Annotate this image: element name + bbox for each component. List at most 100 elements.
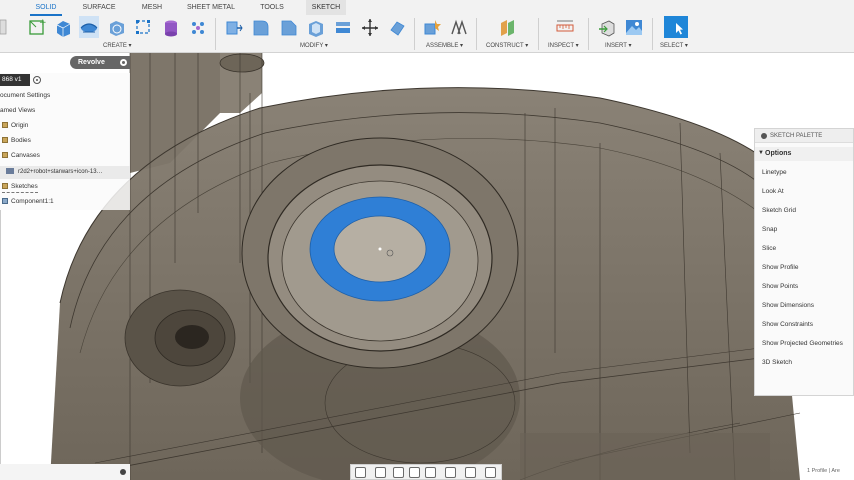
- browser-item-label: r2d2+robot+starwars+icon-13…: [18, 169, 103, 175]
- tab-tools[interactable]: TOOLS: [254, 0, 290, 15]
- display-settings-icon[interactable]: [445, 467, 456, 478]
- zoom-icon[interactable]: [409, 467, 420, 478]
- split-body-icon[interactable]: [333, 16, 353, 38]
- tab-solid[interactable]: SOLID: [30, 0, 62, 16]
- sweep-icon[interactable]: [107, 16, 127, 38]
- workspace-tabs: SOLID SURFACE MESH SHEET METAL TOOLS SKE…: [0, 0, 854, 16]
- svg-text:+: +: [39, 18, 47, 28]
- sketch-palette: SKETCH PALETTE ▼ Options Linetype Look A…: [754, 128, 854, 396]
- insert-canvas-icon[interactable]: [624, 16, 644, 38]
- palette-option-3d-sketch[interactable]: 3D Sketch: [762, 358, 792, 368]
- palette-option-look-at[interactable]: Look At: [762, 187, 784, 197]
- grid-snaps-icon[interactable]: [465, 467, 476, 478]
- folder-icon: [2, 183, 8, 189]
- offset-plane-icon[interactable]: [498, 16, 518, 38]
- construct-menu[interactable]: CONSTRUCT ▾: [486, 42, 528, 49]
- browser-item-sketches[interactable]: Sketches: [2, 181, 38, 193]
- comments-bar[interactable]: [0, 464, 130, 480]
- cylinder-icon[interactable]: [161, 16, 181, 38]
- pan-icon[interactable]: [393, 467, 404, 478]
- create-menu[interactable]: CREATE ▾: [103, 42, 132, 49]
- tab-sketch[interactable]: SKETCH: [306, 0, 346, 15]
- insert-derive-icon[interactable]: [597, 16, 617, 38]
- revolve-icon[interactable]: [79, 16, 99, 38]
- center-point[interactable]: [378, 247, 382, 251]
- palette-option-sketch-grid[interactable]: Sketch Grid: [762, 206, 796, 216]
- palette-option-slice[interactable]: Slice: [762, 244, 776, 254]
- select-icon[interactable]: [664, 16, 688, 38]
- options-section-header[interactable]: ▼ Options: [755, 147, 853, 161]
- left-edge-line: [0, 210, 1, 470]
- palette-title: SKETCH PALETTE: [770, 133, 823, 139]
- palette-option-snap[interactable]: Snap: [762, 225, 777, 235]
- joint-icon[interactable]: [449, 16, 469, 38]
- component-icon: [2, 198, 8, 204]
- navigation-bar: [350, 464, 502, 480]
- data-panel-icon[interactable]: [0, 16, 8, 38]
- browser-item-canvases[interactable]: Canvases: [2, 150, 40, 162]
- command-options-icon[interactable]: [120, 59, 127, 66]
- rectangle-pattern-icon[interactable]: [134, 16, 154, 38]
- browser-item-label: Canvases: [11, 152, 40, 159]
- browser-item-label: Sketches: [11, 183, 38, 190]
- folder-icon: [2, 122, 8, 128]
- toolbar-divider: [215, 18, 216, 50]
- fillet-icon[interactable]: [251, 16, 271, 38]
- orbit-icon[interactable]: [355, 467, 366, 478]
- palette-option-show-constraints[interactable]: Show Constraints: [762, 320, 813, 330]
- browser-item-label: Component1:1: [11, 198, 54, 205]
- extrude-icon[interactable]: [53, 16, 73, 38]
- active-command-bar[interactable]: Revolve: [70, 56, 130, 69]
- browser-item-label: ocument Settings: [0, 92, 51, 99]
- selection-status: 1 Profile | Are: [807, 468, 840, 474]
- palette-option-show-points[interactable]: Show Points: [762, 282, 798, 292]
- command-label: Revolve: [78, 59, 105, 66]
- toolbar-divider: [588, 18, 589, 50]
- folder-icon: [2, 152, 8, 158]
- browser-item-label: amed Views: [0, 107, 36, 114]
- palette-option-linetype[interactable]: Linetype: [762, 168, 787, 178]
- main-toolbar: SOLID SURFACE MESH SHEET METAL TOOLS SKE…: [0, 0, 854, 53]
- caret-down-icon[interactable]: ▼: [758, 150, 764, 156]
- chamfer-icon[interactable]: [279, 16, 299, 38]
- toolbar-divider: [476, 18, 477, 50]
- new-sketch-icon[interactable]: +: [27, 16, 47, 38]
- press-pull-icon[interactable]: [224, 16, 244, 38]
- pin-icon[interactable]: [761, 133, 767, 139]
- browser-item-document-settings[interactable]: ocument Settings: [0, 90, 50, 102]
- palette-option-show-dimensions[interactable]: Show Dimensions: [762, 301, 814, 311]
- browser-item-bodies[interactable]: Bodies: [2, 135, 31, 147]
- pattern-dots-icon[interactable]: [188, 16, 208, 38]
- fit-icon[interactable]: [425, 467, 436, 478]
- inspect-menu[interactable]: INSPECT ▾: [548, 42, 579, 49]
- align-icon[interactable]: [387, 16, 407, 38]
- assemble-menu[interactable]: ASSEMBLE ▾: [426, 42, 463, 49]
- record-icon[interactable]: [33, 76, 41, 84]
- model-boss: [219, 53, 265, 73]
- palette-option-show-projected-geometries[interactable]: Show Projected Geometries: [762, 339, 843, 349]
- look-at-icon[interactable]: [375, 467, 386, 478]
- new-component-icon[interactable]: [422, 16, 442, 38]
- browser-item-component[interactable]: Component1:1: [2, 196, 54, 208]
- toolbar-divider: [414, 18, 415, 50]
- shell-icon[interactable]: [306, 16, 326, 38]
- browser-item-origin[interactable]: Origin: [2, 120, 28, 132]
- tab-sheet-metal[interactable]: SHEET METAL: [182, 0, 240, 15]
- tab-mesh[interactable]: MESH: [136, 0, 168, 15]
- browser-item-label: Bodies: [11, 137, 31, 144]
- tab-surface[interactable]: SURFACE: [78, 0, 120, 15]
- insert-menu[interactable]: INSERT ▾: [605, 42, 631, 49]
- browser-item-named-views[interactable]: amed Views: [0, 105, 35, 117]
- document-title[interactable]: 868 v1: [0, 74, 30, 86]
- palette-option-show-profile[interactable]: Show Profile: [762, 263, 799, 273]
- folder-icon: [2, 137, 8, 143]
- palette-header[interactable]: SKETCH PALETTE: [755, 129, 853, 143]
- measure-icon[interactable]: [555, 16, 575, 38]
- comments-record-icon[interactable]: [120, 469, 126, 475]
- toolbar-divider: [538, 18, 539, 50]
- viewports-icon[interactable]: [485, 467, 496, 478]
- move-copy-icon[interactable]: [360, 16, 380, 38]
- modify-menu[interactable]: MODIFY ▾: [300, 42, 328, 49]
- select-menu[interactable]: SELECT ▾: [660, 42, 688, 49]
- browser-item-canvas-image[interactable]: r2d2+robot+starwars+icon-13…: [0, 166, 130, 179]
